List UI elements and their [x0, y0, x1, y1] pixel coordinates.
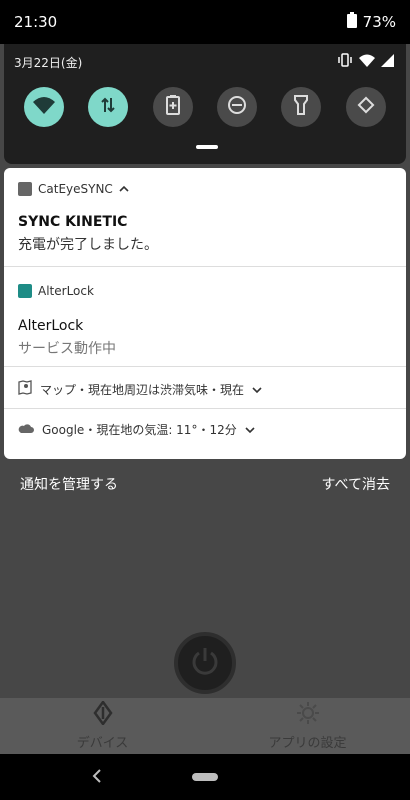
tile-do-not-disturb[interactable] [217, 87, 258, 127]
quick-settings-panel: 3月22日(金) [4, 44, 406, 164]
home-pill[interactable] [192, 773, 218, 781]
app-name: AlterLock [38, 284, 94, 298]
app-bottom-tabs: デバイス アプリの設定 [0, 698, 410, 754]
notification-summary: Google・現在地の気温: 11°・12分 [18, 421, 406, 438]
data-transfer-icon [99, 96, 117, 118]
notification-actions: 通知を管理する すべて消去 [0, 470, 410, 498]
back-icon[interactable] [92, 768, 102, 787]
summary-text: マップ・現在地周辺は渋滞気味・現在 [40, 383, 245, 397]
notification-header: CatEyeSYNC [4, 182, 406, 196]
expand-handle[interactable] [196, 145, 218, 149]
app-name: CatEyeSYNC [38, 182, 113, 196]
battery-icon [346, 12, 357, 32]
status-bar: 21:30 73% [0, 0, 410, 44]
map-pin-icon [18, 380, 32, 399]
chevron-down-icon[interactable] [245, 423, 255, 437]
divider [4, 408, 406, 409]
flashlight-icon [294, 95, 309, 119]
tile-battery-saver[interactable] [152, 87, 193, 127]
qs-tiles [4, 87, 406, 127]
tile-mobile-data[interactable] [88, 87, 129, 127]
dnd-icon [227, 95, 247, 119]
status-icons: 73% [346, 12, 396, 32]
tab-label: アプリの設定 [268, 736, 347, 751]
clear-all-button[interactable]: すべて消去 [322, 474, 390, 494]
tile-flashlight[interactable] [281, 87, 322, 127]
app-icon [18, 284, 32, 298]
notification-maps[interactable]: マップ・現在地周辺は渋滞気味・現在 [4, 380, 406, 399]
notification-cateye[interactable]: CatEyeSYNC SYNC KINETIC 充電が完了しました。 [4, 182, 406, 254]
notification-text: 充電が完了しました。 [18, 237, 158, 253]
power-button[interactable] [174, 632, 236, 694]
notification-alterlock[interactable]: AlterLock AlterLock サービス動作中 [4, 284, 406, 358]
tab-app-settings[interactable]: アプリの設定 [205, 698, 410, 754]
system-nav-bar [0, 754, 410, 800]
app-icon [18, 182, 32, 196]
tab-label: デバイス [76, 736, 129, 751]
tile-wifi[interactable] [24, 87, 65, 127]
qs-date: 3月22日(金) [14, 56, 83, 70]
vibrate-icon [337, 52, 353, 71]
wifi-icon [359, 52, 375, 71]
divider [4, 366, 406, 367]
battery-saver-icon [165, 95, 180, 119]
manage-notifications-button[interactable]: 通知を管理する [20, 474, 118, 494]
notification-header: AlterLock [4, 284, 406, 298]
rotate-icon [356, 95, 376, 119]
divider [4, 266, 406, 267]
cloud-icon [18, 423, 34, 437]
notification-summary: マップ・現在地周辺は渋滞気味・現在 [18, 380, 406, 399]
power-icon [188, 644, 222, 682]
notification-text: サービス動作中 [18, 341, 116, 357]
notification-panel: CatEyeSYNC SYNC KINETIC 充電が完了しました。 Alter… [4, 168, 406, 459]
wifi-icon [33, 96, 56, 118]
gear-icon [296, 701, 320, 729]
status-time: 21:30 [14, 13, 58, 31]
chevron-down-icon[interactable] [252, 383, 262, 397]
battery-percent: 73% [362, 13, 396, 31]
tile-auto-rotate[interactable] [345, 87, 386, 127]
notification-title: SYNC KINETIC [18, 214, 128, 230]
qs-status-icons [337, 52, 394, 71]
signal-icon [381, 52, 394, 71]
notification-title: AlterLock [18, 318, 84, 334]
notification-google[interactable]: Google・現在地の気温: 11°・12分 [4, 421, 406, 438]
tab-devices[interactable]: デバイス [0, 698, 205, 754]
device-icon [92, 699, 113, 729]
summary-text: Google・現在地の気温: 11°・12分 [42, 423, 237, 437]
chevron-up-icon[interactable] [119, 182, 129, 196]
